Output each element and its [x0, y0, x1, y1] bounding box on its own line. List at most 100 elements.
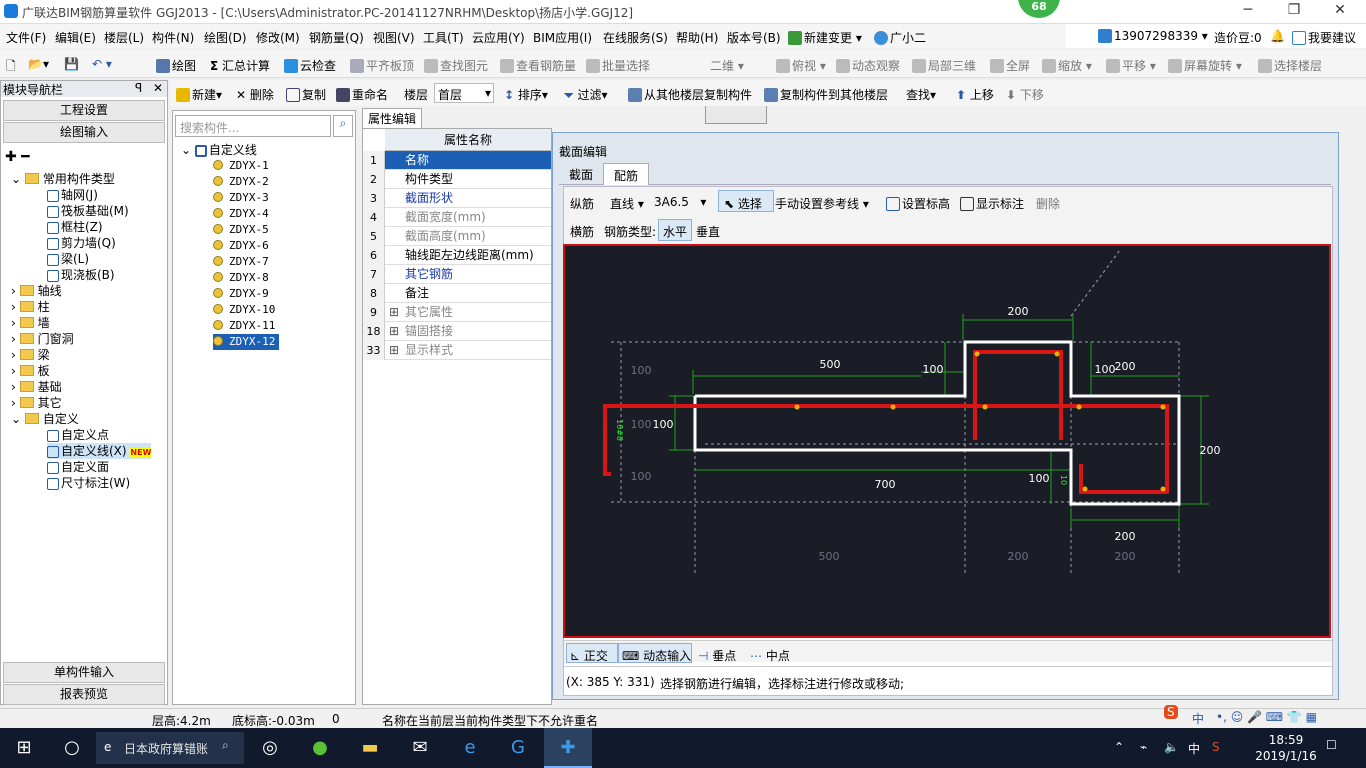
find-element-button[interactable]: 查找图元 [424, 57, 488, 74]
copy-button[interactable]: 复制 [286, 86, 326, 103]
delete-button[interactable]: ✕ 删除 [236, 86, 274, 103]
save-icon[interactable]: 💾 [64, 57, 79, 71]
select-floor-button[interactable]: 选择楼层 [1258, 57, 1322, 74]
component-item[interactable]: ZDYX-3 [213, 190, 269, 206]
minimize-icon[interactable]: ─ [1228, 2, 1268, 18]
menu-bim[interactable]: BIM应用(I) [533, 29, 592, 46]
property-row[interactable]: 6 轴线距左边线距离(mm) [363, 246, 551, 265]
property-row[interactable]: 7 其它钢筋 [363, 265, 551, 284]
chevron-right-icon[interactable]: › [11, 396, 16, 410]
copy-to-floor-button[interactable]: 复制构件到其他楼层 [764, 86, 888, 103]
property-row[interactable]: 2 构件类型 [363, 170, 551, 189]
menu-floor[interactable]: 楼层(L) [104, 29, 144, 46]
move-up-button[interactable]: ⬆ 上移 [956, 86, 994, 103]
network-icon[interactable]: ⌁ [1140, 740, 1147, 754]
windows-start-icon[interactable]: ⊞ [0, 728, 48, 768]
expand-icon[interactable]: ⊞ [389, 322, 399, 341]
dim-label[interactable]: 200 [1115, 360, 1136, 373]
menu-tools[interactable]: 工具(T) [423, 29, 464, 46]
component-item[interactable]: ZDYX-5 [213, 222, 269, 238]
menu-online[interactable]: 在线服务(S) [603, 29, 668, 46]
shape-select[interactable]: 直线 ▾ [610, 195, 644, 212]
nav-tree-item[interactable]: 尺寸标注(W) [47, 475, 130, 491]
top-view-button[interactable]: 俯视 ▾ [776, 57, 826, 74]
file-explorer-icon[interactable]: ▬ [346, 728, 394, 768]
nav-tree-item[interactable]: › 柱 [11, 299, 50, 315]
menu-file[interactable]: 文件(F) [6, 29, 46, 46]
ime-tools-icon[interactable]: •, ☺ 🎤 ⌨ 👕 ▦ [1216, 710, 1317, 724]
open-file-icon[interactable]: 📂▾ [28, 57, 49, 71]
chevron-down-icon[interactable]: ⌄ [11, 172, 21, 186]
rotate-screen-button[interactable]: 屏幕旋转 ▾ [1168, 57, 1242, 74]
chevron-right-icon[interactable]: › [11, 348, 16, 362]
nav-tree-item[interactable]: › 板 [11, 363, 50, 379]
nav-tree-item[interactable]: 自定义线(X) NEW [47, 443, 152, 459]
cloud-check-button[interactable]: 云检查 [284, 57, 336, 74]
draw-input-button[interactable]: 绘图输入 [3, 122, 165, 143]
draw-button[interactable]: 绘图 [156, 57, 196, 74]
nav-tree-item[interactable]: › 基础 [11, 379, 62, 395]
menu-help[interactable]: 帮助(H) [676, 29, 718, 46]
chevron-right-icon[interactable]: › [11, 364, 16, 378]
dim-label[interactable]: 200 [1115, 530, 1136, 543]
report-preview-button[interactable]: 报表预览 [3, 684, 165, 705]
mail-icon[interactable]: ✉ [396, 728, 444, 768]
close-nav-icon[interactable]: ✕ [153, 81, 163, 95]
dim-label[interactable]: 500 [820, 358, 841, 371]
filter-button[interactable]: ⏷ 过滤▾ [564, 86, 607, 103]
dynamic-view-button[interactable]: 动态观察 [836, 57, 900, 74]
chevron-right-icon[interactable]: › [11, 332, 16, 346]
dim-label[interactable]: 700 [875, 478, 896, 491]
menu-edit[interactable]: 编辑(E) [55, 29, 96, 46]
component-item[interactable]: ZDYX-6 [213, 238, 269, 254]
restore-icon[interactable]: ❐ [1274, 2, 1314, 18]
menu-view[interactable]: 视图(V) [373, 29, 415, 46]
section-drawing[interactable]: 200 500 100 100 200 100 700 100 200 200 … [565, 246, 1329, 636]
pin-icon[interactable]: ꟼ [135, 81, 142, 95]
notification-icon[interactable]: ☐ [1326, 738, 1337, 752]
new-component-button[interactable]: 新建▾ [176, 86, 222, 103]
property-row[interactable]: 9 ⊞ 其它属性 [363, 303, 551, 322]
component-item[interactable]: ZDYX-2 [213, 174, 269, 190]
component-item[interactable]: ZDYX-10 [213, 302, 275, 318]
menu-rebar[interactable]: 钢筋量(Q) [309, 29, 364, 46]
cortana-icon[interactable]: ○ [48, 728, 96, 768]
component-item[interactable]: ZDYX-4 [213, 206, 269, 222]
project-settings-button[interactable]: 工程设置 [3, 100, 165, 121]
midpoint-snap[interactable]: ⋯ 中点 [750, 647, 790, 664]
nav-tree-item[interactable]: 现浇板(B) [47, 267, 115, 283]
edge-icon[interactable]: e [446, 728, 494, 768]
property-row[interactable]: 4 截面宽度(mm) [363, 208, 551, 227]
menu-draw[interactable]: 绘图(D) [204, 29, 247, 46]
vertical-toggle[interactable]: 垂直 [696, 223, 720, 240]
view-rebar-button[interactable]: 查看钢筋量 [500, 57, 576, 74]
bell-icon[interactable]: 🔔 [1270, 29, 1285, 43]
perpendicular-snap[interactable]: ⊣ 垂点 [698, 647, 736, 664]
menu-assistant[interactable]: 广小二 [874, 29, 926, 46]
nav-tree-item[interactable]: 筏板基础(M) [47, 203, 129, 219]
nav-tree-item[interactable]: 梁(L) [47, 251, 89, 267]
property-row[interactable]: 1 名称 [363, 151, 551, 170]
glodon-icon[interactable]: G [494, 728, 542, 768]
nav-tree-item[interactable]: 框柱(Z) [47, 219, 103, 235]
nav-tree-item[interactable]: 轴网(J) [47, 187, 98, 203]
menu-modify[interactable]: 修改(M) [256, 29, 300, 46]
nav-tree-item[interactable]: › 轴线 [11, 283, 62, 299]
clock-date[interactable]: 2019/1/16 [1246, 749, 1326, 763]
menu-cloud[interactable]: 云应用(Y) [472, 29, 525, 46]
dim-label[interactable]: 100 [1029, 472, 1050, 485]
zoom-button[interactable]: 缩放 ▾ [1042, 57, 1092, 74]
nav-tree-item[interactable]: ⌄ 常用构件类型 [11, 171, 115, 187]
component-item[interactable]: ZDYX-1 [213, 158, 269, 174]
sogou-tray-icon[interactable]: S [1212, 740, 1220, 754]
dim-label[interactable]: 200 [1008, 305, 1029, 318]
search-icon[interactable]: ⌕ [333, 115, 353, 137]
rebar-annotation[interactable]: 10 [1059, 475, 1068, 485]
nav-tree-item[interactable]: 自定义面 [47, 459, 109, 475]
chevron-right-icon[interactable]: › [11, 316, 16, 330]
score-badge[interactable]: 68 [1018, 0, 1060, 18]
account-phone[interactable]: 13907298339 ▾ [1098, 29, 1208, 43]
chevron-right-icon[interactable]: › [11, 284, 16, 298]
tray-chevron-icon[interactable]: ⌃ [1114, 740, 1124, 754]
new-file-icon[interactable]: 🗋 [6, 57, 16, 78]
